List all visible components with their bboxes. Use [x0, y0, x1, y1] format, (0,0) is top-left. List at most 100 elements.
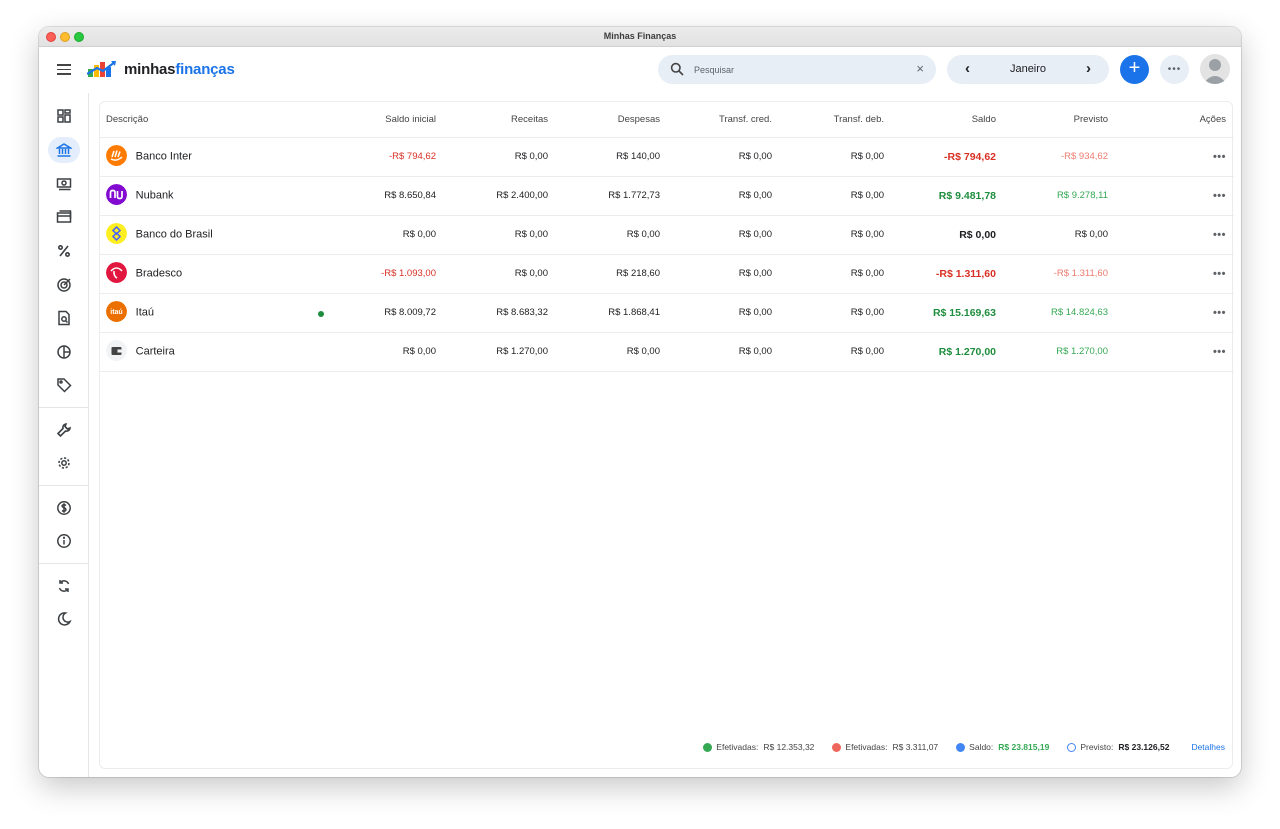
sidebar-item-cards[interactable]	[48, 204, 80, 230]
wallet-icon	[106, 340, 127, 361]
saldo-cell: R$ 1.270,00	[884, 332, 996, 372]
column-header-previsto[interactable]: Previsto	[996, 102, 1108, 138]
tag-icon	[57, 378, 72, 393]
column-header-saldo[interactable]: Saldo	[884, 102, 996, 138]
sidebar-item-charts[interactable]	[48, 339, 80, 365]
previsto-cell: R$ 1.270,00	[996, 332, 1108, 372]
receitas-cell: R$ 0,00	[436, 254, 548, 294]
itau-logo-text: itaú	[110, 309, 122, 316]
row-actions-button[interactable]: •••	[1213, 307, 1226, 319]
summary-despesas-value: R$ 3.311,07	[892, 742, 939, 752]
table-row[interactable]: itaú Itaú R$ 8.009,72 R$ 8.683,32 R$ 1.8…	[100, 293, 1234, 333]
sidebar-item-dashboard[interactable]	[48, 103, 80, 129]
avatar[interactable]	[1200, 54, 1230, 84]
more-options-button[interactable]: •••	[1160, 55, 1189, 84]
column-header-transf-cred[interactable]: Transf. cred.	[660, 102, 772, 138]
account-name: Itaú	[135, 306, 154, 319]
status-indicator	[318, 310, 324, 317]
gear-icon	[58, 457, 70, 469]
title-bar: Minhas Finanças	[39, 27, 1241, 47]
column-header-receitas[interactable]: Receitas	[436, 102, 548, 138]
table-header-row: Descrição Saldo inicial Receitas Despesa…	[100, 102, 1234, 138]
info-icon	[57, 534, 71, 548]
money-icon	[56, 178, 72, 191]
sidebar-item-accounts[interactable]	[48, 137, 80, 163]
add-button[interactable]: +	[1120, 55, 1149, 84]
table-row[interactable]: Bradesco -R$ 1.093,00 R$ 0,00 R$ 218,60 …	[100, 254, 1234, 294]
next-month-button[interactable]: ›	[1086, 60, 1091, 77]
income-icon	[703, 742, 713, 752]
summary-receitas: Efetivadas: R$ 12.353,32	[703, 742, 814, 752]
previsto-cell: -R$ 1.311,60	[996, 254, 1108, 294]
column-header-transf-deb[interactable]: Transf. deb.	[772, 102, 884, 138]
receitas-cell: R$ 1.270,00	[436, 332, 548, 372]
table-row[interactable]: Nubank R$ 8.650,84 R$ 2.400,00 R$ 1.772,…	[100, 176, 1234, 216]
transf-deb-cell: R$ 0,00	[772, 293, 884, 333]
row-actions-button[interactable]: •••	[1213, 346, 1226, 358]
balance-icon	[956, 742, 966, 752]
search-icon[interactable]	[670, 62, 684, 76]
sidebar-item-theme[interactable]	[48, 606, 80, 632]
dashboard-icon	[57, 109, 71, 123]
row-actions-button[interactable]: •••	[1213, 268, 1226, 280]
previsto-cell: -R$ 934,62	[996, 137, 1108, 177]
summary-previsto-label: Previsto:	[1080, 742, 1114, 752]
saldo-inicial-cell: R$ 0,00	[330, 332, 436, 372]
sidebar-item-tags[interactable]	[48, 372, 80, 398]
table-row[interactable]: Banco Inter -R$ 794,62 R$ 0,00 R$ 140,00…	[100, 137, 1234, 177]
summary-receitas-value: R$ 12.353,32	[763, 742, 815, 752]
account-description: itaú Itaú	[100, 293, 330, 333]
clock-icon	[1067, 742, 1077, 752]
despesas-cell: R$ 218,60	[548, 254, 660, 294]
details-link[interactable]: Detalhes	[1191, 742, 1225, 752]
sidebar-item-transactions[interactable]	[48, 171, 80, 197]
despesas-cell: R$ 140,00	[548, 137, 660, 177]
receitas-cell: R$ 0,00	[436, 215, 548, 255]
clear-search-icon[interactable]: ×	[916, 61, 924, 76]
saldo-inicial-cell: -R$ 794,62	[330, 137, 436, 177]
search-bar: ×	[658, 55, 936, 84]
transf-cred-cell: R$ 0,00	[660, 332, 772, 372]
table-row[interactable]: Carteira R$ 0,00 R$ 1.270,00 R$ 0,00 R$ …	[100, 332, 1234, 372]
bradesco-logo	[106, 262, 127, 283]
sidebar-item-about[interactable]	[48, 528, 80, 554]
sidebar-item-rates[interactable]	[48, 238, 80, 264]
column-header-description[interactable]: Descrição	[100, 102, 330, 138]
sidebar	[39, 93, 89, 777]
window-title: Minhas Finanças	[603, 31, 677, 41]
row-actions-button[interactable]: •••	[1213, 190, 1226, 202]
transf-cred-cell: R$ 0,00	[660, 254, 772, 294]
sidebar-item-settings[interactable]	[48, 450, 80, 476]
column-header-actions: Ações	[1108, 102, 1234, 138]
month-navigator: ‹ Janeiro ›	[947, 55, 1109, 84]
bank-icon	[56, 143, 72, 157]
search-input[interactable]	[694, 61, 894, 79]
table-row[interactable]: Banco do Brasil R$ 0,00 R$ 0,00 R$ 0,00 …	[100, 215, 1234, 255]
transf-deb-cell: R$ 0,00	[772, 176, 884, 216]
dark-mode-icon	[57, 612, 72, 626]
despesas-cell: R$ 1.868,41	[548, 293, 660, 333]
sidebar-item-sync[interactable]	[48, 573, 80, 599]
target-icon	[57, 278, 71, 292]
receitas-cell: R$ 2.400,00	[436, 176, 548, 216]
account-name: Nubank	[135, 189, 174, 202]
summary-despesas: Efetivadas: R$ 3.311,07	[832, 742, 938, 752]
month-label[interactable]: Janeiro	[947, 63, 1109, 75]
app-logo-icon	[87, 61, 116, 77]
summary-previsto: Previsto: R$ 23.126,52	[1067, 742, 1169, 752]
menu-icon[interactable]	[57, 64, 71, 75]
row-actions-button[interactable]: •••	[1213, 151, 1226, 163]
sidebar-item-currency[interactable]	[48, 495, 80, 521]
transf-deb-cell: R$ 0,00	[772, 332, 884, 372]
sidebar-item-reports[interactable]	[48, 305, 80, 331]
column-header-saldo-inicial[interactable]: Saldo inicial	[330, 102, 436, 138]
column-header-despesas[interactable]: Despesas	[548, 102, 660, 138]
account-description: Nubank	[100, 176, 330, 216]
despesas-cell: R$ 1.772,73	[548, 176, 660, 216]
receitas-cell: R$ 8.683,32	[436, 293, 548, 333]
row-actions-button[interactable]: •••	[1213, 229, 1226, 241]
sidebar-item-goals[interactable]	[48, 272, 80, 298]
receitas-cell: R$ 0,00	[436, 137, 548, 177]
sidebar-item-tools[interactable]	[48, 417, 80, 443]
summary-footer: Efetivadas: R$ 12.353,32 Efetivadas: R$ …	[685, 740, 1225, 754]
